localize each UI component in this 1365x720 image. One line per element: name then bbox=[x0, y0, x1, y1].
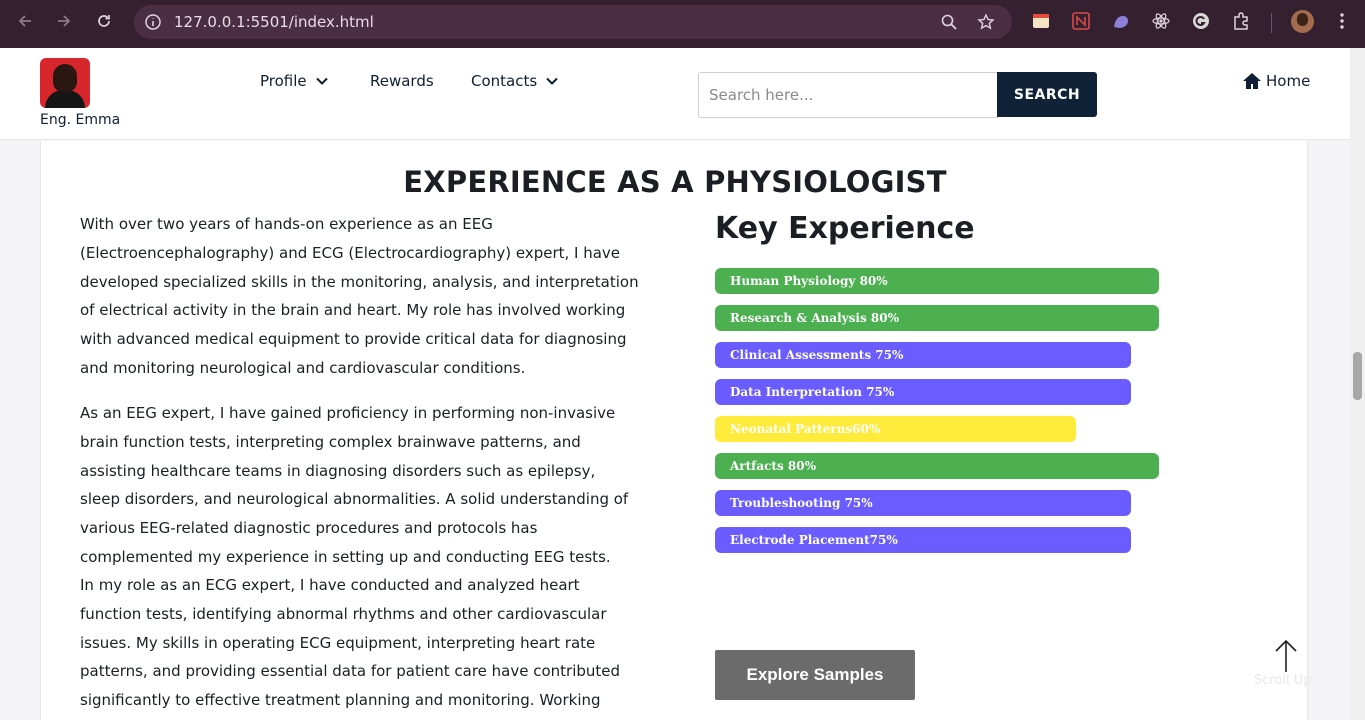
bookmark-star-icon[interactable] bbox=[977, 13, 995, 31]
grammarly-icon[interactable] bbox=[1191, 11, 1211, 31]
home-link[interactable]: Home bbox=[1242, 72, 1310, 90]
experience-section: EXPERIENCE AS A PHYSIOLOGIST With over t… bbox=[40, 141, 1308, 720]
experience-paragraph-2: As an EEG expert, I have gained proficie… bbox=[80, 404, 629, 566]
search-input[interactable] bbox=[698, 72, 998, 118]
address-bar[interactable]: 127.0.0.1:5501/index.html bbox=[134, 5, 1012, 39]
nav-contacts-label: Contacts bbox=[471, 72, 538, 90]
toolbar-divider bbox=[1271, 13, 1272, 33]
zoom-icon[interactable] bbox=[940, 13, 958, 31]
arrow-up-icon bbox=[1275, 639, 1297, 672]
experience-paragraph-3: In my role as an ECG expert, I have cond… bbox=[80, 576, 621, 720]
profile-avatar[interactable] bbox=[1291, 10, 1314, 33]
key-experience-title: Key Experience bbox=[715, 211, 975, 246]
explore-samples-button[interactable]: Explore Samples bbox=[715, 650, 915, 700]
skill-bar: Electrode Placement75% bbox=[715, 527, 1131, 553]
experience-paragraph-1: With over two years of hands-on experien… bbox=[80, 215, 639, 377]
skill-bar: Artfacts 80% bbox=[715, 453, 1159, 479]
skill-bar: Neonatal Patterns60% bbox=[715, 416, 1076, 442]
arrow-left-icon bbox=[18, 15, 31, 27]
nav-profile[interactable]: Profile bbox=[260, 72, 329, 90]
extensions-puzzle-icon[interactable] bbox=[1231, 11, 1251, 31]
react-devtools-icon[interactable] bbox=[1151, 11, 1171, 31]
skill-bar: Troubleshooting 75% bbox=[715, 490, 1131, 516]
chevron-down-icon bbox=[546, 77, 558, 85]
arrow-right-icon bbox=[58, 15, 71, 27]
nav-rewards-label: Rewards bbox=[370, 72, 434, 90]
skill-bar: Clinical Assessments 75% bbox=[715, 342, 1131, 368]
skill-bar: Data Interpretation 75% bbox=[715, 379, 1131, 405]
scroll-up-label: Scroll Up bbox=[1254, 673, 1312, 688]
page-scrollbar[interactable] bbox=[1350, 48, 1365, 720]
chevron-down-icon bbox=[315, 77, 328, 85]
section-title: EXPERIENCE AS A PHYSIOLOGIST bbox=[403, 165, 947, 199]
extension-calendar-icon[interactable] bbox=[1031, 11, 1051, 31]
brand-avatar[interactable] bbox=[40, 58, 90, 108]
page-viewport: Eng. Emma Profile Rewards Contacts SEARC… bbox=[0, 48, 1350, 720]
browser-toolbar: 127.0.0.1:5501/index.html bbox=[0, 0, 1365, 48]
url-text[interactable]: 127.0.0.1:5501/index.html bbox=[174, 13, 374, 31]
nav-rewards[interactable]: Rewards bbox=[370, 72, 434, 90]
skill-bar: Human Physiology 80% bbox=[715, 268, 1159, 294]
forward-button[interactable] bbox=[50, 7, 78, 35]
back-button[interactable] bbox=[11, 7, 39, 35]
home-icon bbox=[1243, 73, 1261, 89]
brand-name[interactable]: Eng. Emma bbox=[40, 112, 120, 128]
skill-bar: Research & Analysis 80% bbox=[715, 305, 1159, 331]
reload-icon bbox=[98, 15, 110, 27]
nav-profile-label: Profile bbox=[260, 72, 307, 90]
home-link-label: Home bbox=[1266, 72, 1311, 90]
site-info-icon[interactable] bbox=[144, 13, 162, 31]
search-button[interactable]: SEARCH bbox=[997, 72, 1097, 117]
nav-contacts[interactable]: Contacts bbox=[471, 72, 559, 90]
reload-button[interactable] bbox=[90, 7, 118, 35]
extension-red-icon[interactable] bbox=[1071, 11, 1091, 31]
extension-ghost-icon[interactable] bbox=[1111, 11, 1131, 31]
kebab-menu-icon[interactable] bbox=[1332, 11, 1352, 31]
site-header: Eng. Emma Profile Rewards Contacts SEARC… bbox=[0, 48, 1350, 140]
scrollbar-thumb[interactable] bbox=[1353, 352, 1362, 400]
